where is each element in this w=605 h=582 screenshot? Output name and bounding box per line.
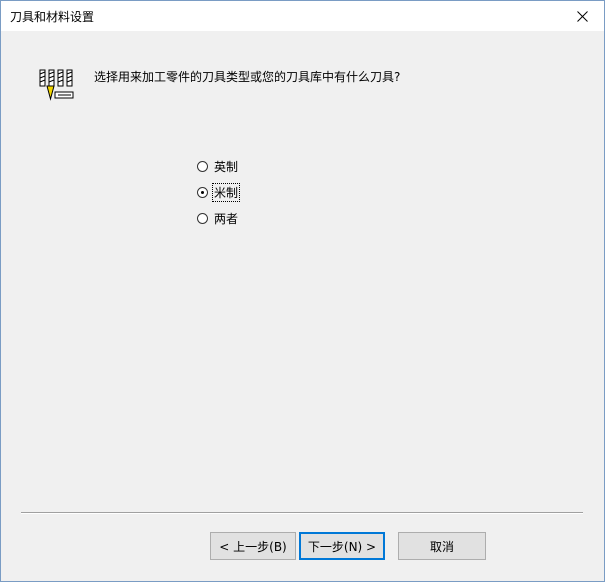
radio-label-both[interactable]: 两者 — [213, 210, 239, 227]
footer-separator — [21, 512, 583, 514]
radio-option-metric[interactable]: 米制 — [197, 179, 241, 205]
back-button[interactable]: < 上一步(B) — [210, 532, 296, 560]
radio-label-metric[interactable]: 米制 — [211, 182, 241, 202]
radio-label-imperial[interactable]: 英制 — [213, 158, 239, 175]
radio-option-imperial[interactable]: 英制 — [197, 153, 239, 179]
radio-button[interactable] — [197, 186, 208, 198]
radio-button[interactable] — [197, 212, 208, 224]
tool-mill-icon — [38, 68, 74, 104]
prompt-text: 选择用来加工零件的刀具类型或您的刀具库中有什么刀具? — [94, 70, 401, 84]
close-button[interactable] — [560, 1, 604, 31]
dialog-window: 刀具和材料设置 选择用来加工零件的刀具类型或您的刀具库中有什么刀具? 英制 米制… — [0, 0, 605, 582]
units-radio-group: 英制 米制 两者 — [197, 153, 241, 231]
radio-button[interactable] — [197, 160, 208, 172]
next-button[interactable]: 下一步(N) > — [299, 532, 385, 560]
cancel-button[interactable]: 取消 — [398, 532, 486, 560]
radio-option-both[interactable]: 两者 — [197, 205, 239, 231]
window-title: 刀具和材料设置 — [10, 10, 95, 24]
close-icon — [576, 10, 588, 22]
title-bar: 刀具和材料设置 — [1, 1, 604, 31]
